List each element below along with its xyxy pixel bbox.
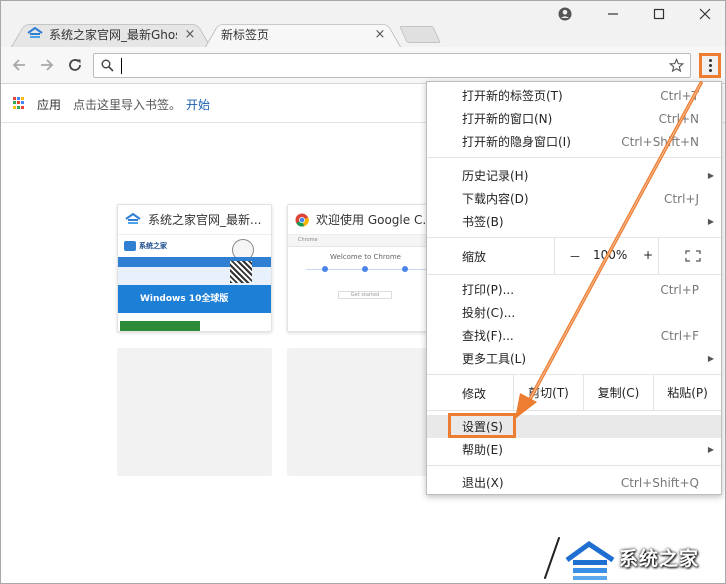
tab-close-icon[interactable]: × [373,27,387,42]
arrow-forward-icon[interactable] [37,55,57,75]
tile-title: 系统之家官网_最新... [148,213,262,227]
minimize-icon[interactable] [603,5,623,23]
account-circle-icon[interactable] [555,5,575,23]
empty-tile [287,348,442,476]
menu-item-exit[interactable]: 退出(X) Ctrl+Shift+Q [427,471,721,494]
qr-code-image [230,261,252,283]
thumb-welcome-text: Welcome to Chrome [330,253,401,261]
most-visited-tile[interactable]: 系统之家官网_最新... 系统之家 Windows 10全球版 [117,204,272,332]
thumb-logo-text: 系统之家 [139,242,167,250]
text-cursor [121,58,122,74]
search-icon [101,59,114,72]
menu-item-more-tools[interactable]: 更多工具(L) ▶ [427,347,721,370]
menu-zoom-row: 缩放 － 100% + [427,238,721,274]
watermark: 系统之家 [537,530,725,583]
tab-strip: 系统之家官网_最新Ghos × 新标签页 × [1,1,725,47]
fullscreen-icon[interactable] [685,250,701,262]
xitongzhijia-logo-icon [27,27,43,38]
submenu-arrow-icon: ▶ [707,445,714,454]
maximize-icon[interactable] [649,5,669,23]
zoom-in-button[interactable]: + [643,248,653,262]
submenu-arrow-icon: ▶ [707,217,714,226]
kebab-menu-icon[interactable] [699,53,721,78]
start-link[interactable]: 开始 [186,96,210,113]
menu-item-new-incognito-window[interactable]: 打开新的隐身窗口(I) Ctrl+Shift+N [427,130,721,153]
browser-window: 系统之家官网_最新Ghos × 新标签页 × 应用 点击这里导入书签。 开始 系… [0,0,726,584]
tab-close-icon[interactable]: × [183,27,197,42]
apps-shortcut[interactable]: 应用 [37,96,61,113]
menu-item-help[interactable]: 帮助(E) ▶ [427,438,721,461]
zoom-out-button[interactable]: － [569,248,581,265]
menu-item-new-tab[interactable]: 打开新的标签页(T) Ctrl+T [427,84,721,107]
thumb-bar-text: Chrome [298,237,318,243]
copy-button[interactable]: 复制(C) [583,374,653,410]
menu-item-print[interactable]: 打印(P)... Ctrl+P [427,278,721,301]
menu-item-new-window[interactable]: 打开新的窗口(N) Ctrl+N [427,107,721,130]
toolbar [1,47,725,84]
menu-item-find[interactable]: 查找(F)... Ctrl+F [427,324,721,347]
menu-item-downloads[interactable]: 下载内容(D) Ctrl+J [427,187,721,210]
menu-item-bookmarks[interactable]: 书签(B) ▶ [427,210,721,233]
most-visited-tile[interactable]: 欢迎使用 Google C... Chrome Welcome to Chrom… [287,204,442,332]
import-bookmarks-hint: 点击这里导入书签。 [73,98,182,112]
zoom-level: 100% [593,248,628,262]
menu-item-settings[interactable]: 设置(S) [427,413,721,438]
empty-tile [117,348,272,476]
bookmark-star-icon[interactable] [669,58,684,73]
tab-title: 新标签页 [221,27,270,42]
close-icon[interactable] [695,5,715,23]
tile-thumbnail: 系统之家 Windows 10全球版 [118,235,271,331]
paste-button[interactable]: 粘贴(P) [653,374,721,410]
xitongzhijia-logo-icon [125,212,141,224]
watermark-text: 系统之家 [619,548,700,570]
menu-item-cast[interactable]: 投射(C)... [427,301,721,324]
edit-label: 修改 [462,387,487,401]
chrome-logo-icon [295,213,309,226]
submenu-arrow-icon: ▶ [707,171,714,180]
tile-thumbnail: Chrome Welcome to Chrome Get started [288,235,441,331]
omnibox[interactable] [93,53,691,78]
tab-xitongzhijia[interactable]: 系统之家官网_最新Ghos × [11,20,211,47]
cut-button[interactable]: 剪切(T) [513,374,583,410]
reload-icon[interactable] [65,55,85,75]
thumb-banner-text: Windows 10全球版 [140,294,229,304]
apps-grid-icon[interactable] [13,97,25,109]
submenu-arrow-icon: ▶ [707,354,714,363]
watermark-logo-icon [542,535,615,581]
tile-title: 欢迎使用 Google C... [316,213,434,227]
menu-edit-row: 修改 剪切(T) 复制(C) 粘贴(P) [427,374,721,410]
new-tab-button[interactable] [399,26,441,43]
chrome-main-menu: 打开新的标签页(T) Ctrl+T 打开新的窗口(N) Ctrl+N 打开新的隐身窗… [426,81,722,495]
thumb-button: Get started [338,291,392,299]
tab-new-tab[interactable]: 新标签页 × [205,20,401,47]
arrow-back-icon[interactable] [9,55,29,75]
menu-item-history[interactable]: 历史记录(H) ▶ [427,164,721,187]
zoom-label: 缩放 [462,250,487,264]
tab-title: 系统之家官网_最新Ghos [49,27,177,42]
